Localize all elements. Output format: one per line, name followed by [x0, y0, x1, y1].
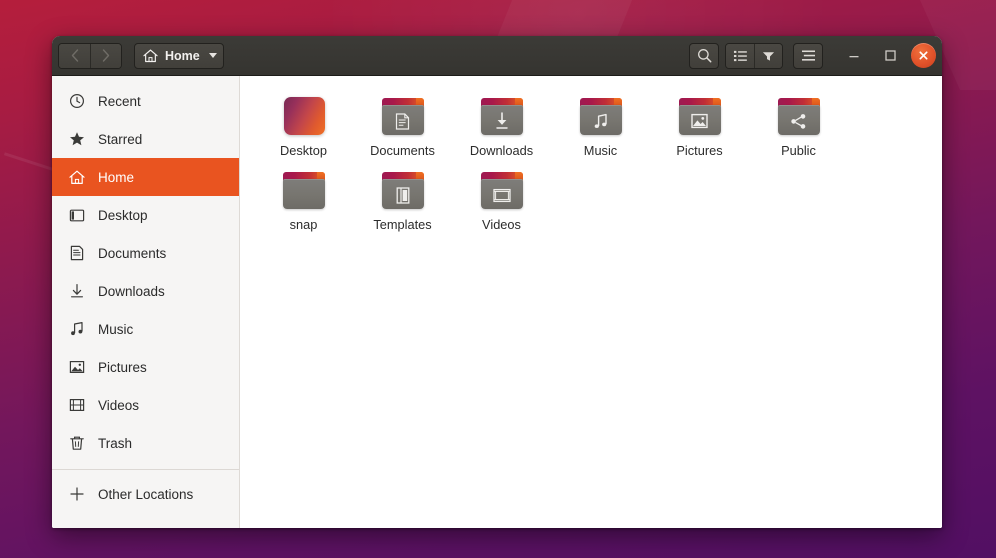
video-icon — [481, 181, 523, 209]
download-icon — [68, 283, 85, 300]
file-label: Downloads — [469, 143, 534, 158]
trash-icon — [68, 435, 85, 452]
folder-icon — [280, 168, 328, 212]
plus-icon — [68, 486, 85, 503]
template-icon — [382, 181, 424, 209]
pathbar-label: Home — [165, 48, 200, 63]
file-label: Public — [781, 143, 816, 158]
file-manager-window: Home Recent Starred Home Desktop Documen… — [52, 36, 942, 528]
folder-icon — [379, 94, 427, 138]
folder-icon — [478, 168, 526, 212]
maximize-icon — [884, 50, 896, 61]
window-content: Recent Starred Home Desktop Documents Do… — [52, 76, 942, 528]
sidebar-item-label: Home — [98, 169, 135, 185]
chevron-right-icon — [102, 49, 110, 62]
back-button[interactable] — [59, 43, 90, 68]
file-item-templates[interactable]: Templates — [353, 164, 452, 238]
file-item-videos[interactable]: Videos — [452, 164, 551, 238]
view-options-button[interactable] — [754, 43, 782, 68]
share-icon — [778, 107, 820, 135]
main-menu-button[interactable] — [793, 42, 823, 69]
sidebar-item-videos[interactable]: Videos — [52, 386, 239, 424]
file-label: Videos — [482, 217, 521, 232]
sidebar-item-other-locations[interactable]: Other Locations — [52, 475, 239, 513]
file-item-music[interactable]: Music — [551, 90, 650, 164]
file-item-downloads[interactable]: Downloads — [452, 90, 551, 164]
folder-icon — [478, 94, 526, 138]
sidebar-item-label: Music — [98, 321, 134, 337]
desktop-icon — [68, 207, 85, 224]
window-headerbar: Home — [52, 36, 942, 76]
sidebar-item-starred[interactable]: Starred — [52, 120, 239, 158]
list-view-icon — [733, 50, 747, 61]
desktop-folder-icon — [280, 94, 328, 138]
sidebar-item-label: Trash — [98, 435, 133, 451]
download-icon — [481, 107, 523, 135]
folder-icon — [379, 168, 427, 212]
sidebar-item-recent[interactable]: Recent — [52, 82, 239, 120]
view-options-caret-icon — [762, 51, 775, 61]
file-item-snap[interactable]: snap — [254, 164, 353, 238]
sidebar-item-label: Downloads — [98, 283, 165, 299]
sidebar-item-downloads[interactable]: Downloads — [52, 272, 239, 310]
close-icon — [919, 51, 928, 60]
sidebar-item-trash[interactable]: Trash — [52, 424, 239, 462]
home-icon — [143, 49, 158, 62]
sidebar-item-label: Documents — [98, 245, 167, 261]
sidebar-item-home[interactable]: Home — [52, 158, 239, 196]
view-mode-group — [725, 42, 783, 69]
sidebar-item-music[interactable]: Music — [52, 310, 239, 348]
chevron-down-icon — [208, 53, 217, 58]
desktop-gradient-icon — [283, 97, 325, 135]
file-label: Music — [583, 143, 618, 158]
file-item-pictures[interactable]: Pictures — [650, 90, 749, 164]
sidebar-item-label: Starred — [98, 131, 143, 147]
sidebar-item-label: Other Locations — [98, 486, 194, 502]
sidebar-item-label: Videos — [98, 397, 140, 413]
maximize-button[interactable] — [875, 41, 905, 71]
list-view-button[interactable] — [726, 43, 754, 68]
file-label: Pictures — [676, 143, 723, 158]
sidebar-separator — [52, 469, 239, 470]
forward-button[interactable] — [90, 43, 121, 68]
search-button[interactable] — [689, 42, 719, 69]
navigation-button-group — [58, 42, 122, 69]
file-item-desktop[interactable]: Desktop — [254, 90, 353, 164]
chevron-left-icon — [71, 49, 78, 62]
file-label: Templates — [373, 217, 432, 232]
minimize-icon — [849, 55, 859, 57]
home-icon — [68, 169, 85, 186]
music-icon — [580, 107, 622, 135]
file-label: Documents — [370, 143, 435, 158]
star-icon — [68, 131, 85, 148]
file-item-public[interactable]: Public — [749, 90, 848, 164]
folder-icon — [676, 94, 724, 138]
folder-body — [282, 179, 325, 209]
close-button[interactable] — [911, 43, 936, 68]
file-label: Desktop — [280, 143, 327, 158]
sidebar-item-desktop[interactable]: Desktop — [52, 196, 239, 234]
file-item-documents[interactable]: Documents — [353, 90, 452, 164]
picture-icon — [679, 107, 721, 135]
document-icon — [382, 107, 424, 135]
file-label: snap — [289, 217, 318, 232]
pathbar-button-home[interactable]: Home — [134, 42, 224, 69]
sidebar-item-label: Desktop — [98, 207, 148, 223]
sidebar-item-documents[interactable]: Documents — [52, 234, 239, 272]
music-icon — [68, 321, 85, 338]
search-icon — [697, 49, 711, 63]
video-icon — [68, 397, 85, 414]
folder-icon — [577, 94, 625, 138]
sidebar-item-label: Recent — [98, 93, 141, 109]
minimize-button[interactable] — [839, 41, 869, 71]
folder-icon — [775, 94, 823, 138]
file-grid[interactable]: Desktop Documents Downloads Music Pictur… — [240, 76, 942, 528]
sidebar-item-label: Pictures — [98, 359, 147, 375]
picture-icon — [68, 359, 85, 376]
sidebar: Recent Starred Home Desktop Documents Do… — [52, 76, 240, 528]
hamburger-menu-icon — [801, 50, 815, 61]
sidebar-item-pictures[interactable]: Pictures — [52, 348, 239, 386]
clock-icon — [68, 93, 85, 110]
document-icon — [68, 245, 85, 262]
